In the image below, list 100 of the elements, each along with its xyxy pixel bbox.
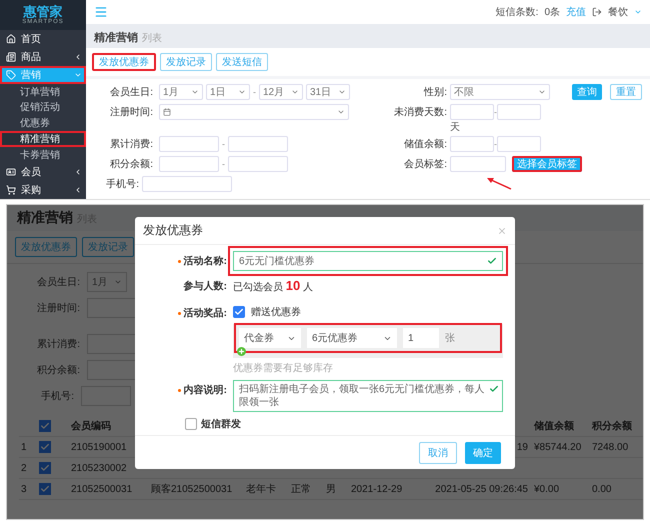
sidebar-subitem[interactable]: 卡券营销 (0, 147, 86, 164)
check-icon (40, 421, 50, 431)
input-field[interactable] (228, 156, 288, 172)
table-cell-text: 0.00 (591, 484, 612, 494)
checkbox[interactable] (39, 441, 51, 453)
dropdown[interactable]: 1月 (159, 84, 203, 100)
close-icon[interactable] (497, 226, 507, 236)
id-card-icon (6, 167, 16, 178)
cancel-button[interactable]: 取消 (419, 442, 457, 464)
dropdown[interactable]: 不限 (450, 84, 550, 100)
field-label: 活动奖品: (184, 306, 227, 320)
sms-label: 短信条数: (496, 6, 538, 19)
input-field[interactable] (450, 104, 494, 120)
sidebar-subitem[interactable]: 订单营销 (0, 84, 86, 100)
field-label: 积分余额: (109, 158, 154, 171)
search-button[interactable]: 查询 (572, 84, 602, 100)
tab-button[interactable]: 发放记录 (160, 53, 212, 71)
tab-button[interactable]: 发放优惠券 (92, 53, 156, 71)
tab-button[interactable]: 发送短信 (216, 53, 268, 71)
sidebar-subitem[interactable]: 精准营销 (0, 131, 86, 148)
sidebar-item[interactable]: 营销 (0, 66, 86, 84)
chevron-down-icon (538, 88, 546, 96)
field-label: 注册时间: (36, 302, 81, 315)
confirm-button[interactable]: 确定 (465, 442, 501, 464)
chevron-down-icon (338, 88, 346, 96)
column-header: 积分余额 (590, 419, 633, 433)
checkbox-label: 赠送优惠券 (251, 306, 301, 319)
dropdown[interactable]: 12月 (259, 84, 303, 100)
reset-button[interactable]: 重置 (610, 84, 642, 100)
sidebar-item[interactable]: 会员 (0, 163, 86, 182)
menu-icon[interactable] (94, 5, 108, 19)
dropdown[interactable]: 6元优惠券 (307, 328, 397, 348)
field-label: 积分余额: (36, 364, 81, 377)
input-field[interactable] (87, 298, 137, 318)
input-field[interactable] (497, 104, 541, 120)
exit-icon[interactable] (592, 7, 602, 17)
calendar-icon (163, 108, 171, 116)
home-icon (6, 34, 16, 44)
row-number: 3 (20, 484, 28, 494)
table-cell-text: ¥0.00 (533, 484, 560, 494)
sidebar-item[interactable]: 商品 (0, 48, 86, 66)
field-label: 活动名称: (184, 254, 227, 268)
checkbox[interactable] (39, 483, 51, 495)
table-cell-text: 2021-12-29 (350, 484, 404, 494)
input-field[interactable] (497, 136, 541, 152)
checkbox[interactable] (233, 306, 245, 318)
dropdown[interactable]: 1日 (206, 84, 250, 100)
range-separator: - (222, 159, 225, 169)
range-separator: - (253, 87, 256, 97)
row-number: 1 (20, 442, 28, 452)
input-field[interactable] (87, 334, 137, 354)
chevron-down-icon (114, 278, 122, 286)
field-label: 手机号: (105, 178, 140, 191)
input-field[interactable] (142, 176, 232, 192)
store-selector[interactable]: 餐饮 (608, 5, 628, 19)
field-label: 未消费天数: (393, 106, 448, 119)
text-area[interactable]: 扫码新注册电子会员，领取一张6元无门槛优惠券，每人限领一张 (233, 380, 503, 412)
range-separator: - (494, 139, 497, 149)
sidebar-item[interactable]: 采购 (0, 181, 86, 199)
logo-name: 惠管家 (24, 4, 62, 19)
table-cell-text: 2021-05-25 09:26:45 (434, 484, 529, 494)
recharge-link[interactable]: 充值 (566, 5, 586, 19)
document-icon (6, 52, 16, 62)
quantity-field[interactable]: 1 (403, 328, 439, 348)
checkbox[interactable] (39, 420, 51, 432)
chevron-left-icon (74, 186, 82, 194)
table-cell-text: 2105190001 (70, 442, 128, 452)
date-range-field[interactable] (159, 104, 349, 120)
dropdown[interactable]: 31日 (306, 84, 350, 100)
check-icon (489, 384, 499, 394)
page-title: 精准营销 (17, 209, 73, 227)
input-field[interactable] (159, 136, 219, 152)
dialog-title: 发放优惠券 (143, 222, 203, 239)
field-label: 性别: (422, 86, 448, 99)
field-label: 会员生日: (109, 86, 154, 99)
range-separator: - (494, 107, 497, 117)
input-field[interactable] (228, 136, 288, 152)
select-tags-button[interactable]: 选择会员标签 (512, 156, 582, 172)
table-cell-text: 7248.00 (591, 442, 630, 452)
input-field[interactable] (450, 156, 506, 172)
input-field[interactable] (87, 360, 137, 380)
add-icon[interactable] (237, 347, 246, 356)
table-cell-text: 2105230002 (70, 462, 128, 474)
chevron-left-icon (74, 52, 82, 61)
range-separator: - (222, 139, 225, 149)
row-number: 2 (20, 462, 28, 474)
dropdown[interactable]: 代金券 (239, 328, 301, 348)
checkbox[interactable] (39, 462, 51, 474)
annotation-arrow (486, 176, 512, 190)
checkbox[interactable] (185, 418, 197, 430)
dropdown[interactable]: 1月 (87, 272, 127, 292)
input-field[interactable] (159, 156, 219, 172)
sidebar-subitem[interactable]: 促销活动 (0, 99, 86, 116)
input-field[interactable] (450, 136, 494, 152)
field-label: 储值余额: (403, 138, 448, 151)
field-label: 参与人数: (184, 280, 227, 293)
column-header: 储值余额 (532, 419, 575, 433)
sidebar-subitem[interactable]: 优惠券 (0, 115, 86, 132)
sidebar-item[interactable]: 首页 (0, 30, 86, 48)
column-header: 会员编码 (70, 420, 112, 433)
